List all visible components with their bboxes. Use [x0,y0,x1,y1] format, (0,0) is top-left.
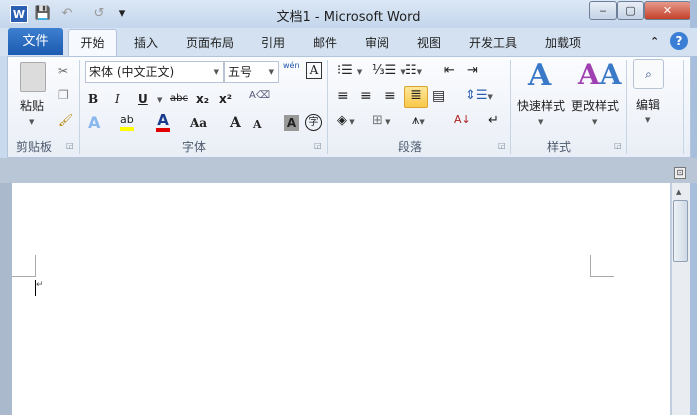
shading-button[interactable]: ◈ ▼ [337,113,355,128]
change-case-button[interactable]: Aa [190,114,207,134]
group-label-paragraph: 段落 [398,140,423,154]
paragraph-mark: ↵ [36,280,44,290]
multilevel-list-button[interactable]: ☷▼ [405,63,422,78]
copy-icon[interactable]: ❐ [58,88,69,102]
clipboard-dialog-launcher-icon[interactable]: ◲ [66,141,74,150]
character-border-button[interactable]: A [306,62,322,79]
format-painter-icon[interactable]: 🖌 [58,113,73,127]
minimize-button[interactable]: ‒ [589,1,617,20]
align-left-button[interactable]: ≡ [337,88,349,104]
show-formatting-marks-button[interactable]: ↵ [488,113,499,128]
font-color-button[interactable]: A [156,112,170,132]
group-label-clipboard: 剪贴板 [16,140,53,154]
tab-file[interactable]: 文件 [8,28,63,55]
redo-icon[interactable]: ↺ [90,5,108,23]
tab-home[interactable]: 开始 [68,29,117,57]
font-size-combo[interactable]: 五号 ▼ [224,61,279,83]
tab-references[interactable]: 引用 [253,32,293,56]
group-label-styles: 样式 [547,140,572,154]
bold-button[interactable]: B [88,90,98,110]
shrink-font-button[interactable]: A [253,116,262,136]
subscript-button[interactable]: x₂ [196,90,209,110]
help-icon[interactable]: ? [670,32,688,50]
group-divider [626,60,627,154]
paragraph-dialog-launcher-icon[interactable]: ◲ [498,141,506,150]
ruler-area [0,158,697,183]
tab-add-ins[interactable]: 加载项 [540,32,586,56]
clear-formatting-icon[interactable]: A⌫ [249,90,270,101]
decrease-indent-button[interactable]: ⇤ [444,63,455,78]
borders-button[interactable]: ⊞ ▼ [372,113,391,128]
sort-button[interactable]: A↓ [454,113,471,126]
close-button[interactable]: ✕ [644,1,691,20]
distributed-button[interactable]: ▤ [432,88,445,104]
chinese-layout-button[interactable]: ⩚▼ [412,113,425,128]
align-center-button[interactable]: ≡ [360,88,372,104]
paste-icon[interactable] [20,62,46,92]
align-right-button[interactable]: ≡ [384,88,396,104]
underline-button[interactable]: U [138,90,148,110]
tab-mailings[interactable]: 邮件 [305,32,345,56]
tab-view[interactable]: 视图 [409,32,449,56]
change-styles-icon[interactable]: AA [578,58,621,91]
margin-mark-right [590,255,614,277]
find-icon[interactable]: ⌕ [633,59,664,89]
phonetic-guide-button[interactable]: wén [283,61,300,70]
highlight-button[interactable]: ab [120,113,134,131]
numbering-button[interactable]: ⅓☰ ▼ [372,63,406,78]
tab-insert[interactable]: 插入 [126,32,166,56]
tab-review[interactable]: 审阅 [357,32,397,56]
increase-indent-button[interactable]: ⇥ [467,63,478,78]
document-page[interactable] [12,183,670,415]
paste-button[interactable]: 粘贴 [20,97,44,114]
save-icon[interactable]: 💾 [34,5,52,23]
styles-dialog-launcher-icon[interactable]: ◲ [614,141,622,150]
justify-button[interactable]: ≣ [404,86,428,108]
change-styles-dropdown-icon[interactable]: ▼ [592,118,597,126]
quick-styles-icon[interactable]: A [528,58,551,93]
window-frame-right [690,0,697,415]
customize-toolbar-icon[interactable]: ▾ [113,5,131,23]
tab-developer[interactable]: 开发工具 [463,32,523,56]
undo-icon[interactable]: ↶ [58,5,76,23]
group-divider [683,60,684,154]
font-name-value: 宋体 (中文正文) [89,65,175,79]
quick-styles-dropdown-icon[interactable]: ▼ [538,118,543,126]
italic-button[interactable]: I [115,90,120,110]
bullets-button[interactable]: ⁝☰ ▼ [337,63,362,78]
view-ruler-icon[interactable]: ⊡ [674,167,686,179]
collapse-ribbon-icon[interactable]: ⌃ [650,35,659,48]
scroll-up-icon[interactable]: ▲ [676,188,681,196]
strikethrough-button[interactable]: abc [170,90,188,110]
font-name-combo[interactable]: 宋体 (中文正文) ▼ [85,61,224,83]
tab-page-layout[interactable]: 页面布局 [180,32,240,56]
change-styles-button[interactable]: 更改样式 [571,97,619,114]
enclose-characters-button[interactable]: 字 [305,114,322,131]
group-divider [327,60,328,154]
quick-styles-button[interactable]: 快速样式 [517,97,565,114]
word-logo-icon[interactable]: W [10,5,28,23]
editing-dropdown-icon[interactable]: ▼ [645,116,650,124]
grow-font-button[interactable]: A [230,114,241,134]
font-size-value: 五号 [228,65,253,79]
text-effects-button[interactable]: A [88,114,100,134]
superscript-button[interactable]: x² [219,90,232,110]
font-dialog-launcher-icon[interactable]: ◲ [314,141,322,150]
paste-dropdown-icon[interactable]: ▼ [29,118,34,126]
editing-button[interactable]: 编辑 [636,96,660,113]
margin-mark-left [12,255,36,277]
line-spacing-button[interactable]: ⇕☰▼ [465,88,493,103]
scrollbar-thumb[interactable] [673,200,688,262]
character-shading-button[interactable]: A [284,115,299,131]
maximize-button[interactable]: ▢ [617,1,644,20]
group-divider [79,60,80,154]
underline-dropdown-icon[interactable]: ▼ [157,96,162,104]
cut-icon[interactable]: ✂ [58,64,68,78]
group-divider [510,60,511,154]
group-label-font: 字体 [182,140,207,154]
